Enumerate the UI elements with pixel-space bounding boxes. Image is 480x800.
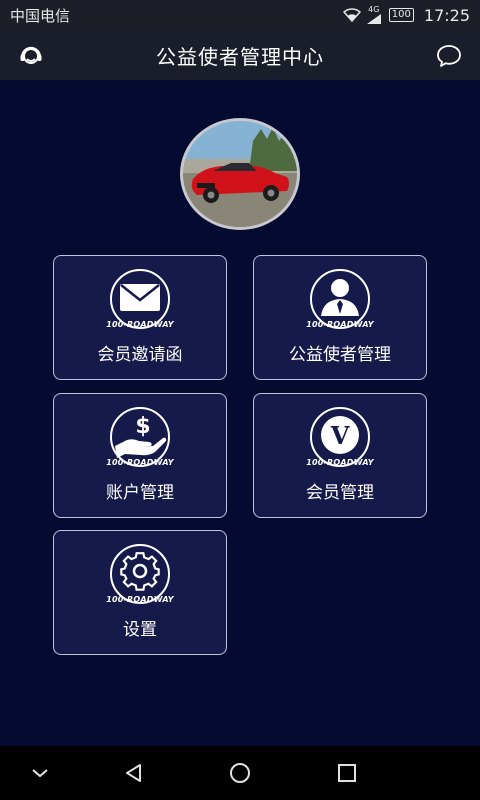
profile-photo bbox=[183, 121, 297, 227]
svg-text:V: V bbox=[330, 421, 350, 450]
carrier-name: 中国电信 bbox=[10, 6, 71, 25]
menu-tile-member-management[interactable]: V 100-ROADWAY 会员管理 bbox=[253, 393, 427, 518]
clock: 17:25 bbox=[423, 5, 470, 25]
system-nav-bar bbox=[0, 746, 480, 800]
menu-tile-invitation[interactable]: 100-ROADWAY 会员邀请函 bbox=[53, 255, 227, 380]
menu-tile-account-management[interactable]: $ 100-ROADWAY 账户管理 bbox=[53, 393, 227, 518]
status-bar: 中国电信 4G 100 17:25 bbox=[0, 0, 480, 30]
battery-icon: 100 bbox=[388, 8, 414, 22]
brand-text: 100-ROADWAY bbox=[306, 458, 374, 467]
network-type: 4G bbox=[368, 5, 380, 14]
back-icon[interactable] bbox=[122, 761, 146, 785]
menu-tile-label: 会员管理 bbox=[306, 483, 374, 503]
menu-tile-settings[interactable]: 100-ROADWAY 设置 bbox=[53, 530, 227, 655]
chat-bubble-icon[interactable] bbox=[436, 43, 462, 69]
menu-tile-label: 公益使者管理 bbox=[289, 345, 391, 365]
page-title: 公益使者管理中心 bbox=[156, 44, 324, 69]
brand-text: 100-ROADWAY bbox=[306, 320, 374, 329]
brand-text: 100-ROADWAY bbox=[106, 595, 174, 604]
collapse-icon[interactable] bbox=[28, 761, 52, 785]
menu-tile-label: 账户管理 bbox=[106, 483, 174, 503]
menu-tile-label: 会员邀请函 bbox=[97, 345, 183, 365]
svg-text:$: $ bbox=[135, 414, 150, 439]
v-badge-icon: V 100-ROADWAY bbox=[306, 406, 374, 468]
brand-text: 100-ROADWAY bbox=[106, 458, 174, 467]
header: 公益使者管理中心 bbox=[0, 30, 480, 80]
customer-service-icon[interactable] bbox=[18, 43, 44, 69]
menu-tile-ambassador-management[interactable]: 100-ROADWAY 公益使者管理 bbox=[253, 255, 427, 380]
money-hand-icon: $ 100-ROADWAY bbox=[106, 406, 174, 468]
home-icon[interactable] bbox=[228, 761, 252, 785]
menu-tile-label: 设置 bbox=[123, 620, 157, 640]
main-content: 100-ROADWAY 会员邀请函 100-ROADWAY 公益使者管理 $ 1… bbox=[0, 80, 480, 746]
avatar[interactable] bbox=[180, 118, 300, 230]
brand-text: 100-ROADWAY bbox=[106, 320, 174, 329]
wifi-icon bbox=[342, 8, 361, 22]
envelope-icon: 100-ROADWAY bbox=[106, 268, 174, 330]
gear-icon: 100-ROADWAY bbox=[106, 543, 174, 605]
recents-icon[interactable] bbox=[335, 761, 359, 785]
signal-icon: 4G bbox=[366, 5, 381, 24]
person-icon: 100-ROADWAY bbox=[306, 268, 374, 330]
